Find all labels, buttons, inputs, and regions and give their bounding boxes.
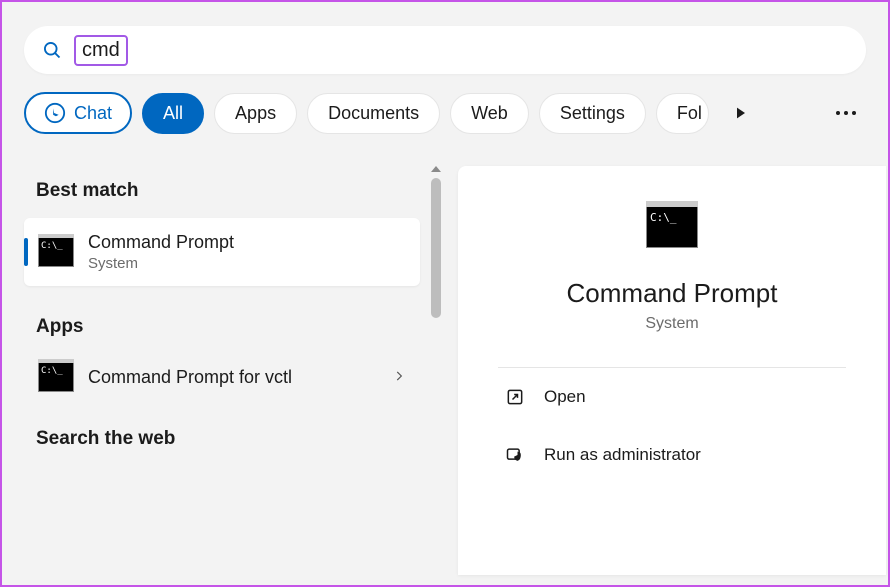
chat-label: Chat <box>74 103 112 124</box>
search-icon <box>42 40 62 60</box>
tab-web[interactable]: Web <box>450 93 529 134</box>
section-best-match: Best match <box>36 180 408 202</box>
filter-tabs: Chat All Apps Documents Web Settings Fol <box>2 92 888 152</box>
app-result-title: Command Prompt for vctl <box>88 367 292 388</box>
result-title: Command Prompt <box>88 232 234 253</box>
chevron-right-icon <box>392 367 406 388</box>
results-pane: Best match C:\_ Command Prompt System Ap… <box>2 152 442 575</box>
play-triangle-icon <box>733 105 749 121</box>
action-run-admin[interactable]: Run as administrator <box>498 426 846 484</box>
scrollbar[interactable] <box>430 166 442 575</box>
action-open[interactable]: Open <box>498 368 846 426</box>
chat-button[interactable]: Chat <box>24 92 132 134</box>
detail-title: Command Prompt <box>567 278 778 309</box>
tabs-more-button[interactable] <box>826 93 866 133</box>
command-prompt-icon: C:\_ <box>38 362 74 392</box>
detail-subtitle: System <box>645 315 698 333</box>
more-dots-icon <box>836 111 856 115</box>
tab-documents[interactable]: Documents <box>307 93 440 134</box>
search-query-highlight: cmd <box>74 35 128 66</box>
section-search-web: Search the web <box>36 428 408 450</box>
open-external-icon <box>504 386 526 408</box>
action-run-admin-label: Run as administrator <box>544 445 701 465</box>
tab-folders[interactable]: Fol <box>656 93 709 134</box>
section-apps: Apps <box>36 316 408 338</box>
app-result-vctl[interactable]: C:\_ Command Prompt for vctl <box>24 354 420 400</box>
tabs-scroll-right[interactable] <box>721 93 761 133</box>
action-open-label: Open <box>544 387 586 407</box>
bing-chat-icon <box>44 102 66 124</box>
tab-settings[interactable]: Settings <box>539 93 646 134</box>
command-prompt-icon: C:\_ <box>646 206 698 248</box>
best-match-result[interactable]: C:\_ Command Prompt System <box>24 218 420 286</box>
scrollbar-thumb[interactable] <box>431 178 441 318</box>
result-subtitle: System <box>88 255 234 272</box>
search-bar[interactable]: cmd <box>24 26 866 74</box>
search-query-text: cmd <box>82 39 120 61</box>
detail-pane: C:\_ Command Prompt System Open Run as a… <box>458 166 886 575</box>
command-prompt-icon: C:\_ <box>38 237 74 267</box>
admin-shield-icon <box>504 444 526 466</box>
tab-all[interactable]: All <box>142 93 204 134</box>
tab-apps[interactable]: Apps <box>214 93 297 134</box>
scrollbar-up-icon <box>431 166 441 172</box>
